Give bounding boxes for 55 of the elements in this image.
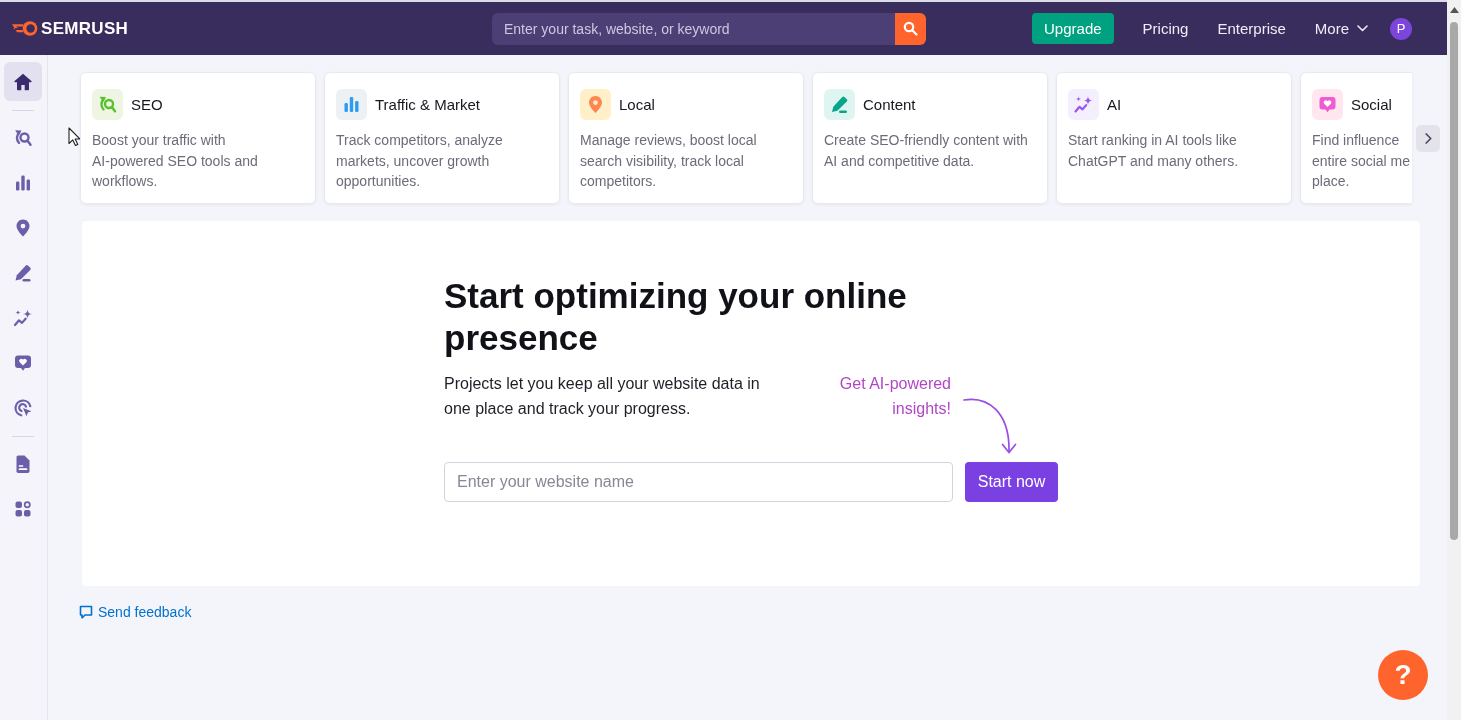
nav-link[interactable]: Enterprise	[1217, 20, 1286, 37]
bar-chart-icon	[336, 89, 367, 120]
pencil-icon	[824, 89, 855, 120]
website-field[interactable]: Enter your website name	[444, 462, 953, 502]
hero-text: Projects let you keep all your website data in one place and track your progress.	[444, 374, 761, 419]
cursor-target-icon	[13, 398, 33, 418]
scrollbar-thumb[interactable]	[1450, 22, 1458, 540]
home-icon	[13, 71, 33, 92]
card-title: Local	[619, 96, 655, 113]
heart-bubble-icon	[1312, 89, 1343, 120]
logo-text: SEMRUSH	[41, 18, 129, 39]
card-description: Create SEO-friendly content with AI and competitive data.	[824, 131, 1029, 171]
card-description: Boost your traffic with AI-powered SEO tools and workflows.	[92, 131, 259, 191]
logo-icon	[12, 20, 38, 37]
sparkles-icon	[13, 308, 33, 328]
category-card[interactable]: Traffic & Market Track competitors, analyze markets, uncover growth opportunities.	[324, 72, 560, 204]
category-card[interactable]: Local Manage reviews, boost local search visibility, track local competitors.	[568, 72, 804, 204]
search-button[interactable]	[895, 12, 926, 45]
curved-arrow-icon	[963, 397, 1019, 455]
scroll-up-arrow-icon	[1449, 7, 1459, 13]
more-menu-button[interactable]: More	[1314, 20, 1368, 37]
category-card[interactable]: Content Create SEO-friendly content with AI and competitive data.	[812, 72, 1048, 204]
category-card[interactable]: SEO Boost your traffic with AI-powered SEO tools and workflows.	[80, 72, 316, 204]
card-title: Content	[863, 96, 916, 113]
magnifier-refresh-icon	[92, 89, 123, 120]
pencil-icon	[13, 263, 33, 283]
chevron-right-icon	[1424, 132, 1432, 144]
card-description: Find influence entire social me place.	[1312, 131, 1411, 191]
location-pin-icon	[580, 89, 611, 120]
feedback-link[interactable]: Send feedback	[79, 604, 192, 620]
card-description: Start ranking in AI tools like ChatGPT and many others.	[1068, 131, 1240, 171]
chevron-down-icon	[1357, 25, 1368, 32]
card-title: SEO	[131, 96, 163, 113]
card-title: Traffic & Market	[375, 96, 481, 113]
nav-link[interactable]: Pricing	[1142, 20, 1189, 37]
callout-text: Get AI-powered insights!	[839, 374, 951, 419]
bar-chart-icon	[13, 173, 33, 193]
mouse-pointer-icon	[68, 127, 80, 146]
card-title: AI	[1107, 96, 1122, 113]
card-title: Social	[1351, 96, 1392, 113]
sparkles-icon	[1068, 89, 1099, 120]
card-description: Manage reviews, boost local search visibility, track local competitors.	[580, 131, 758, 191]
user-avatar[interactable]: P	[1390, 17, 1412, 40]
category-card[interactable]: AI Start ranking in AI tools like ChatGPT and many others.	[1056, 72, 1292, 204]
search-icon	[903, 21, 918, 36]
magnifier-refresh-icon	[13, 128, 33, 148]
card-description: Track competitors, analyze markets, uncover growth opportunities.	[336, 131, 504, 191]
search-field[interactable]: Enter your task, website, or keyword	[492, 12, 895, 45]
heart-bubble-icon	[13, 353, 33, 373]
next-button[interactable]	[1416, 124, 1441, 152]
start-now-button[interactable]: Start now	[965, 462, 1058, 502]
sidebar-item[interactable]	[4, 62, 42, 101]
hero-heading: Start optimizing your online presence	[444, 275, 908, 359]
category-card[interactable]: Social Find influence entire social me place.	[1300, 72, 1413, 204]
apps-grid-icon	[13, 499, 33, 519]
